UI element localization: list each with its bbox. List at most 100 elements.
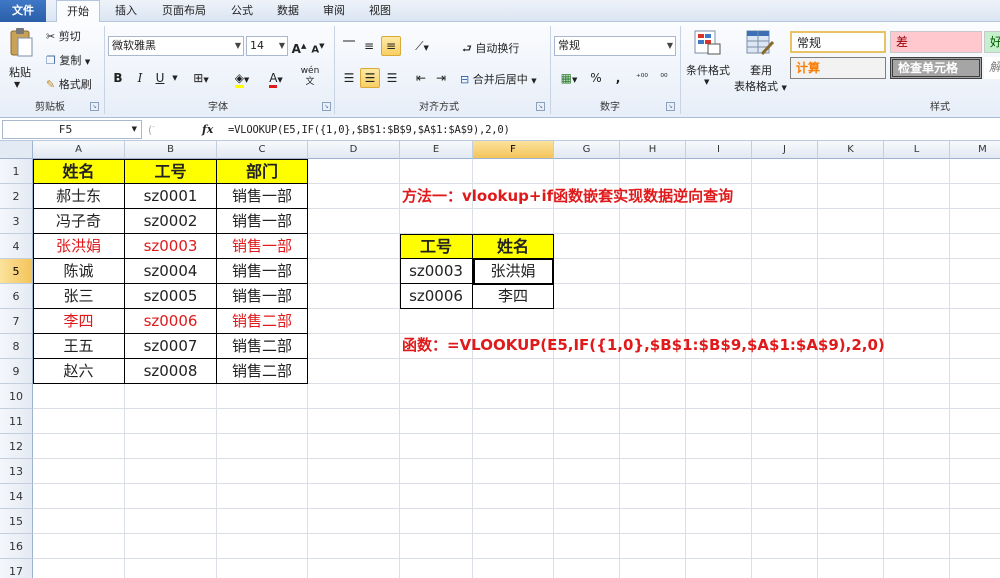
- merge-center-button[interactable]: ⊟ 合并后居中 ▼: [460, 71, 537, 87]
- paste-icon[interactable]: [8, 28, 34, 58]
- table-cell[interactable]: sz0007: [125, 334, 217, 359]
- phonetic-button[interactable]: wén 文: [298, 66, 322, 87]
- row-header-6[interactable]: 6: [0, 284, 33, 309]
- table-header-cell[interactable]: 工号: [125, 159, 217, 184]
- table-cell[interactable]: 销售二部: [217, 334, 308, 359]
- row-header-15[interactable]: 15: [0, 509, 33, 534]
- decrease-decimal-icon[interactable]: ⁰⁰: [654, 68, 674, 88]
- launcher-icon[interactable]: ↘: [90, 102, 99, 111]
- style-normal[interactable]: 常规: [790, 31, 886, 53]
- table-cell[interactable]: sz0004: [125, 259, 217, 284]
- tab-formulas[interactable]: 公式: [222, 0, 262, 22]
- table-cell[interactable]: 销售二部: [217, 309, 308, 334]
- cancel-icon[interactable]: (-: [148, 123, 155, 137]
- column-header-e[interactable]: E: [400, 141, 473, 159]
- row-header-9[interactable]: 9: [0, 359, 33, 384]
- table-cell[interactable]: 李四: [33, 309, 125, 334]
- tab-file[interactable]: 文件: [0, 0, 46, 22]
- table-cell[interactable]: 张洪娟: [33, 234, 125, 259]
- column-header-b[interactable]: B: [125, 141, 217, 159]
- launcher-icon[interactable]: ↘: [666, 102, 675, 111]
- cut-button[interactable]: ✂ 剪切: [46, 28, 81, 44]
- style-check-cell[interactable]: 检查单元格: [890, 57, 982, 79]
- table-cell[interactable]: 郝士东: [33, 184, 125, 209]
- italic-button[interactable]: I: [132, 68, 148, 88]
- formula-input[interactable]: =VLOOKUP(E5,IF({1,0},$B$1:$B$9,$A$1:$A$9…: [228, 119, 510, 141]
- conditional-format-icon[interactable]: [694, 30, 722, 56]
- style-good[interactable]: 好: [984, 31, 1000, 53]
- bold-button[interactable]: B: [110, 68, 126, 88]
- row-header-8[interactable]: 8: [0, 334, 33, 359]
- paste-button[interactable]: 粘贴: [9, 64, 31, 80]
- name-box[interactable]: F5 ▼: [2, 120, 142, 139]
- table-cell[interactable]: sz0003: [125, 234, 217, 259]
- row-header-17[interactable]: 17: [0, 559, 33, 578]
- column-header-j[interactable]: J: [752, 141, 818, 159]
- row-header-5[interactable]: 5: [0, 259, 33, 284]
- lookup-header-cell[interactable]: 姓名: [473, 234, 554, 259]
- font-size-select[interactable]: 14 ▼: [246, 36, 288, 56]
- table-cell[interactable]: 销售一部: [217, 184, 308, 209]
- table-cell[interactable]: 销售一部: [217, 284, 308, 309]
- tab-page-layout[interactable]: 页面布局: [152, 0, 216, 22]
- increase-decimal-icon[interactable]: ⁺⁰⁰: [632, 68, 652, 88]
- insert-function-icon[interactable]: fx: [202, 123, 213, 136]
- number-format-select[interactable]: 常规 ▼: [554, 36, 676, 56]
- tab-data[interactable]: 数据: [268, 0, 308, 22]
- table-format-button[interactable]: 套用: [750, 62, 772, 78]
- table-cell[interactable]: 销售一部: [217, 259, 308, 284]
- comma-button[interactable]: ,: [610, 68, 626, 88]
- row-header-10[interactable]: 10: [0, 384, 33, 409]
- table-format-label2[interactable]: 表格格式 ▼: [734, 78, 787, 94]
- column-header-l[interactable]: L: [884, 141, 950, 159]
- launcher-icon[interactable]: ↘: [322, 102, 331, 111]
- tab-insert[interactable]: 插入: [106, 0, 146, 22]
- select-all-corner[interactable]: [0, 141, 33, 159]
- column-header-g[interactable]: G: [554, 141, 620, 159]
- currency-button[interactable]: ▦▼: [556, 68, 582, 88]
- table-cell[interactable]: 赵六: [33, 359, 125, 384]
- row-header-13[interactable]: 13: [0, 459, 33, 484]
- tab-review[interactable]: 审阅: [314, 0, 354, 22]
- column-header-c[interactable]: C: [217, 141, 308, 159]
- style-bad[interactable]: 差: [890, 31, 982, 53]
- font-name-select[interactable]: 微软雅黑 ▼: [108, 36, 244, 56]
- table-cell[interactable]: 陈诚: [33, 259, 125, 284]
- table-cell[interactable]: sz0006: [125, 309, 217, 334]
- align-middle-icon[interactable]: ≡: [360, 36, 378, 56]
- lookup-header-cell[interactable]: 工号: [400, 234, 473, 259]
- table-header-cell[interactable]: 姓名: [33, 159, 125, 184]
- font-color-button[interactable]: A▼: [262, 68, 290, 88]
- row-header-3[interactable]: 3: [0, 209, 33, 234]
- table-cell[interactable]: sz0002: [125, 209, 217, 234]
- row-header-4[interactable]: 4: [0, 234, 33, 259]
- percent-button[interactable]: %: [588, 68, 604, 88]
- lookup-cell[interactable]: sz0006: [400, 284, 473, 309]
- column-header-k[interactable]: K: [818, 141, 884, 159]
- align-center-icon[interactable]: ☰: [360, 68, 380, 88]
- conditional-format-button[interactable]: 条件格式: [686, 62, 730, 78]
- copy-button[interactable]: ❐ 复制 ▼: [46, 52, 90, 68]
- align-right-icon[interactable]: ☰: [383, 68, 401, 88]
- format-painter-button[interactable]: ✎ 格式刷: [46, 76, 92, 92]
- orientation-icon[interactable]: ⟋▼: [410, 36, 434, 56]
- increase-indent-icon[interactable]: ⇥: [432, 68, 450, 88]
- row-header-2[interactable]: 2: [0, 184, 33, 209]
- tab-view[interactable]: 视图: [360, 0, 400, 22]
- lookup-cell[interactable]: 李四: [473, 284, 554, 309]
- table-cell[interactable]: 销售一部: [217, 234, 308, 259]
- wrap-text-button[interactable]: ⮐ 自动换行: [462, 40, 519, 59]
- grow-font-button[interactable]: A▲: [291, 36, 307, 56]
- table-format-icon[interactable]: [746, 30, 775, 56]
- chevron-down-icon[interactable]: ▼: [704, 78, 709, 86]
- lookup-cell[interactable]: 张洪娟: [473, 259, 554, 284]
- table-cell[interactable]: sz0008: [125, 359, 217, 384]
- tab-home[interactable]: 开始: [56, 0, 100, 23]
- row-header-1[interactable]: 1: [0, 159, 33, 184]
- shrink-font-button[interactable]: A▼: [310, 36, 326, 56]
- chevron-down-icon[interactable]: ▼: [14, 80, 20, 89]
- column-header-d[interactable]: D: [308, 141, 400, 159]
- align-left-icon[interactable]: ☰: [340, 68, 358, 88]
- table-cell[interactable]: sz0001: [125, 184, 217, 209]
- row-header-16[interactable]: 16: [0, 534, 33, 559]
